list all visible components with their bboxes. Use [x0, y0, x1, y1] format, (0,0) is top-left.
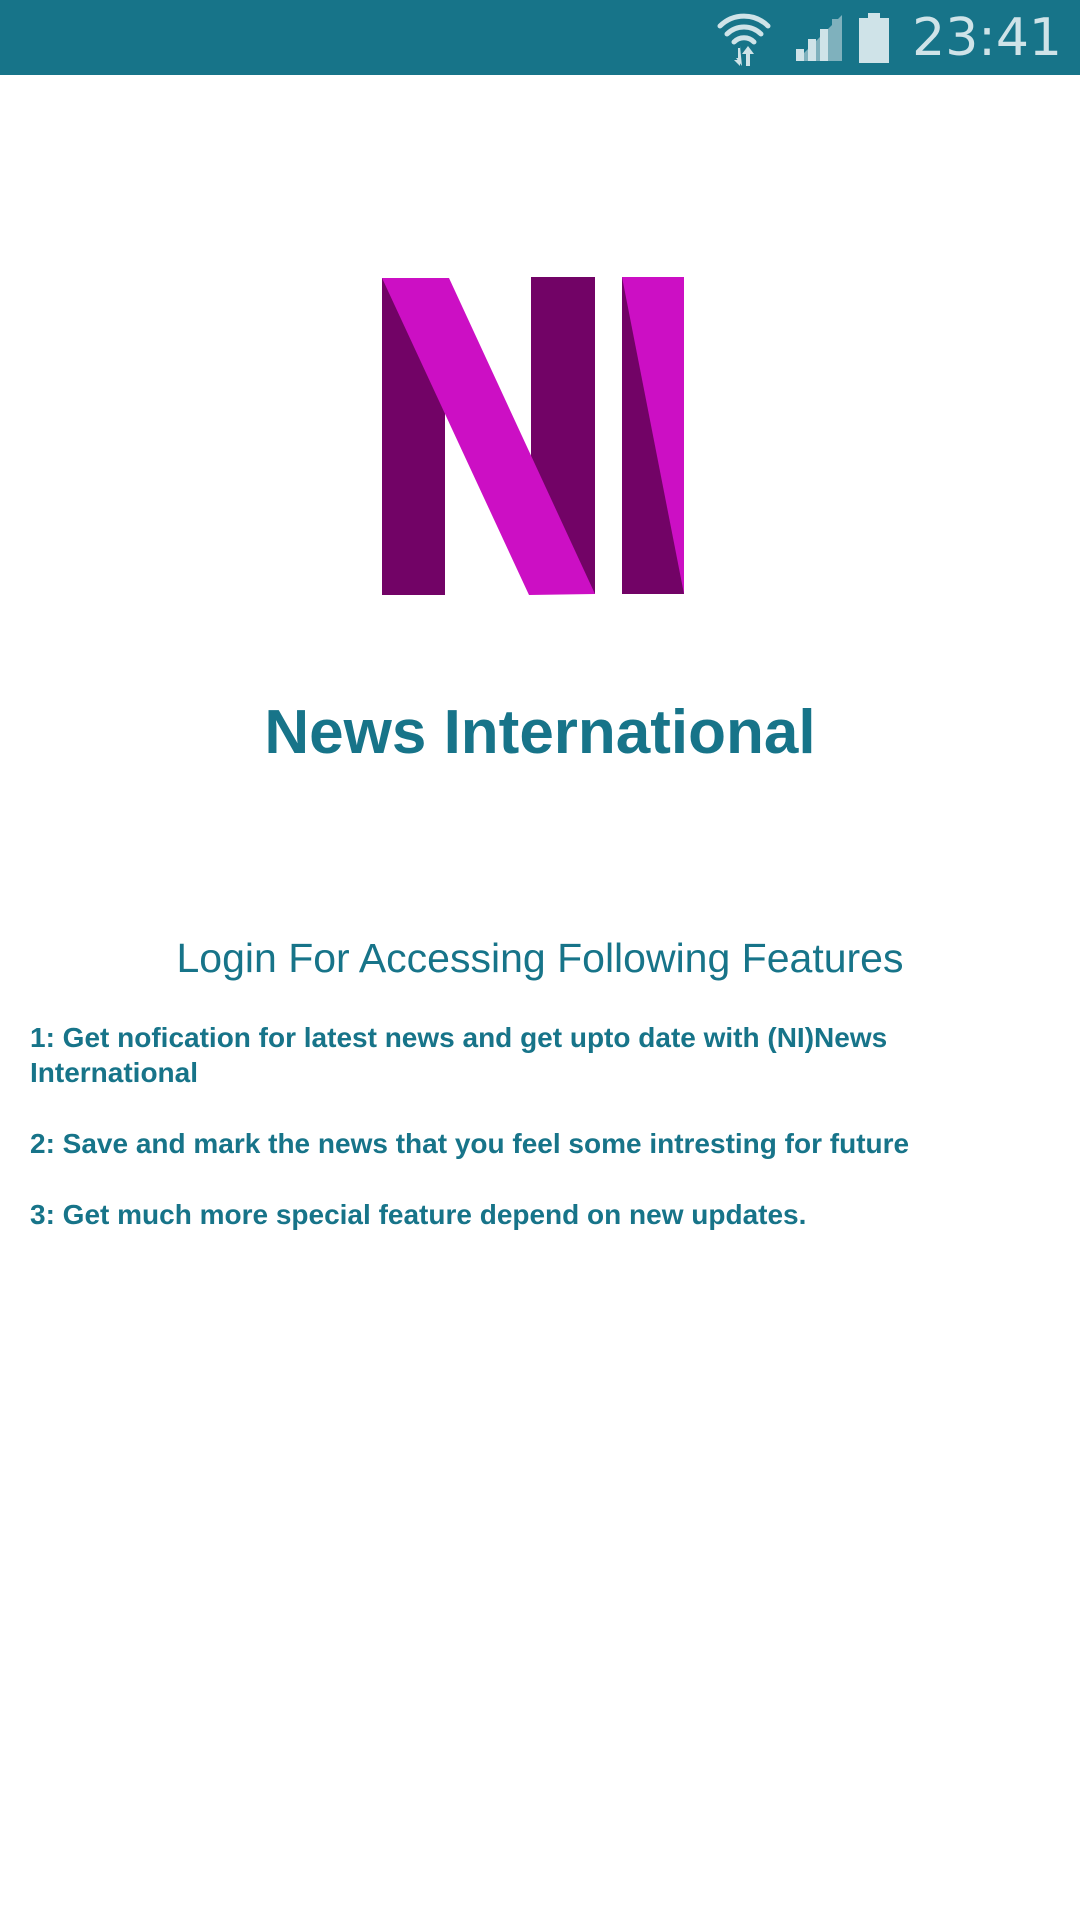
status-bar: 23:41	[0, 0, 1080, 75]
feature-item: 2: Save and mark the news that you feel …	[30, 1128, 910, 1159]
cellular-signal-icon	[794, 13, 844, 63]
app-title: News International	[264, 698, 816, 767]
main-content: News International Login For Accessing F…	[0, 75, 1080, 1920]
feature-item: 1: Get nofication for latest news and ge…	[30, 1022, 888, 1088]
battery-icon	[858, 12, 890, 63]
feature-item: 3: Get much more special feature depend …	[30, 1199, 807, 1230]
login-heading: Login For Accessing Following Features	[176, 935, 904, 981]
status-icons: 23:41	[716, 0, 1062, 75]
wifi-icon	[716, 10, 772, 66]
ni-logo	[382, 277, 686, 595]
feature-list: 1: Get nofication for latest news and ge…	[30, 1020, 1050, 1268]
status-time: 23:41	[912, 7, 1062, 68]
